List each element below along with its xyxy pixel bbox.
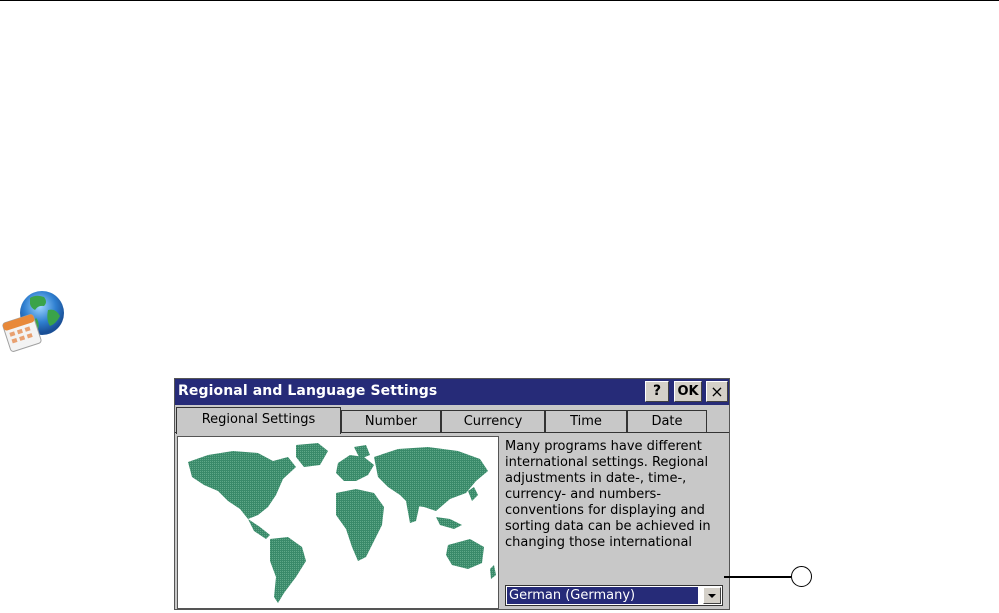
tab-currency[interactable]: Currency (441, 410, 545, 432)
title-bar: Regional and Language Settings ? OK × (175, 379, 729, 405)
dropdown-button[interactable] (703, 587, 721, 604)
world-map-image (188, 443, 496, 603)
language-select[interactable]: German (Germany) (505, 585, 723, 606)
help-button[interactable]: ? (645, 381, 669, 402)
tab-strip: Regional Settings Number Currency Time D… (175, 407, 729, 434)
world-map (177, 436, 499, 609)
tab-number[interactable]: Number (341, 410, 441, 432)
callout-marker (791, 566, 812, 587)
ok-button[interactable]: OK (674, 381, 702, 402)
tab-time[interactable]: Time (545, 410, 627, 432)
regional-settings-dialog: Regional and Language Settings ? OK × Re… (174, 378, 730, 610)
tab-date[interactable]: Date (627, 410, 707, 432)
language-select-value[interactable]: German (Germany) (507, 587, 698, 604)
dialog-title: Regional and Language Settings (178, 383, 438, 399)
callout-leader-line (724, 576, 791, 578)
top-rule (0, 0, 999, 1)
chevron-down-icon (708, 594, 716, 598)
globe-calendar-icon (2, 291, 64, 352)
tab-regional-settings[interactable]: Regional Settings (176, 407, 341, 434)
close-button[interactable]: × (706, 381, 728, 402)
description-text: Many programs have different internation… (505, 439, 711, 550)
